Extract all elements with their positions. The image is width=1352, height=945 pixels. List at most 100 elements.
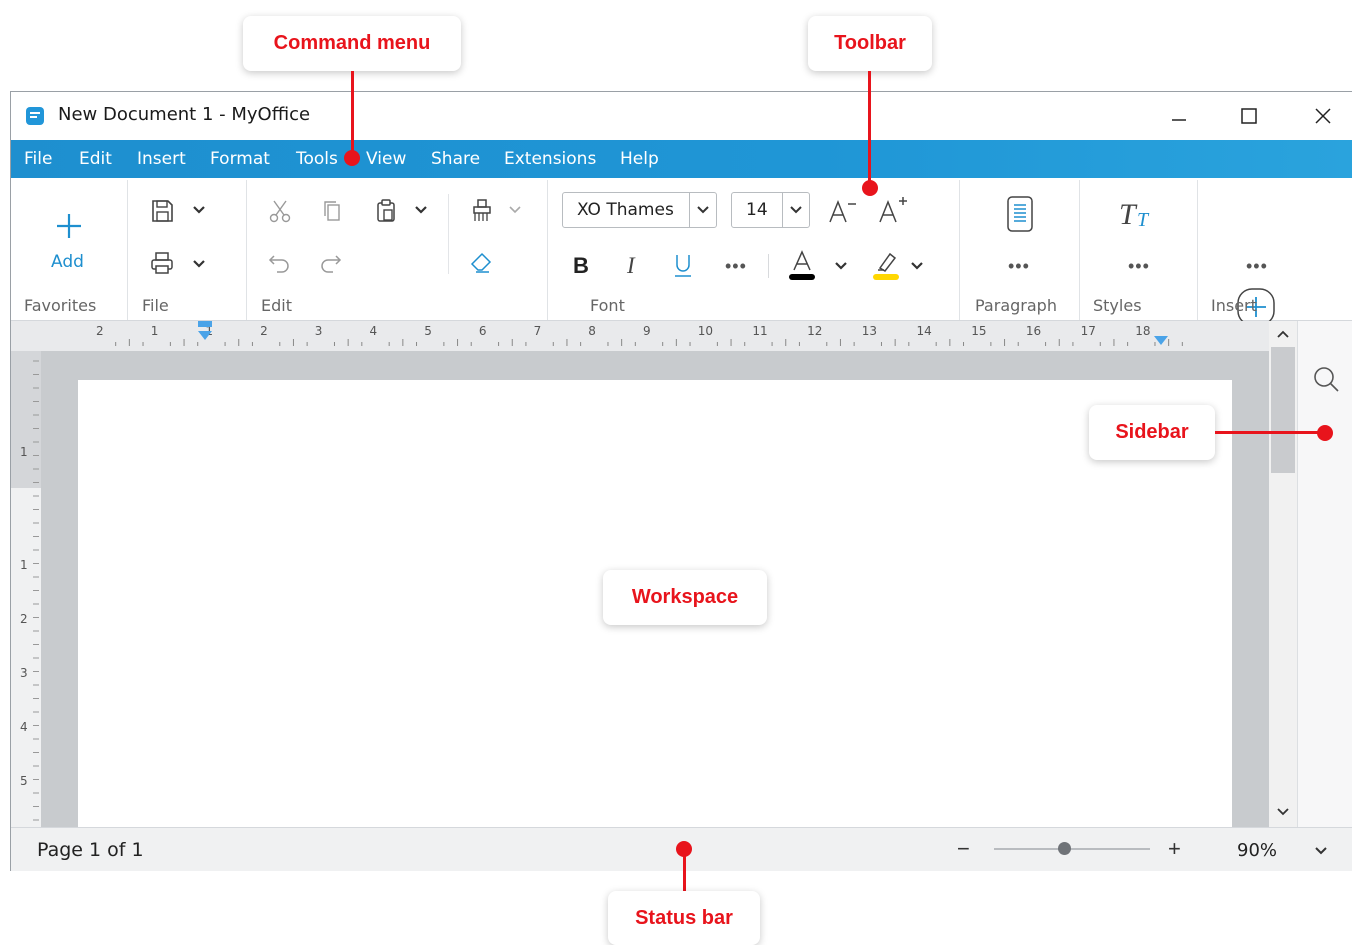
callout-dot [1317,425,1333,441]
increase-font-size-button[interactable] [875,192,911,228]
menu-share[interactable]: Share [431,149,480,169]
zoom-slider[interactable] [994,842,1150,855]
paragraph-button[interactable] [1002,194,1038,234]
callout-line [868,71,871,187]
ruler-label: 6 [479,324,487,338]
callout-command-menu-text: Command menu [273,32,431,54]
save-dropdown-button[interactable] [189,200,209,220]
zoom-in-button[interactable]: + [1168,836,1181,862]
undo-button[interactable] [265,248,295,278]
vertical-scrollbar[interactable] [1269,321,1297,827]
styles-button[interactable]: TT [1117,194,1159,234]
callout-line [683,856,686,892]
clear-formatting-button[interactable] [467,248,497,278]
menu-format[interactable]: Format [210,149,270,169]
paste-button[interactable] [371,196,401,226]
svg-text:I: I [626,253,636,277]
horizontal-ruler: 21123456789101112131415161718 [11,321,1269,351]
plus-icon [57,214,81,238]
minimize-icon [1172,119,1186,121]
underline-button[interactable] [669,250,697,280]
font-color-button[interactable] [785,248,819,282]
ruler-label: 14 [917,324,932,338]
redo-icon [321,255,342,273]
font-increase-icon [879,197,907,223]
menu-view[interactable]: View [366,149,406,169]
minimize-button[interactable] [1159,100,1199,132]
menu-tools[interactable]: Tools [296,149,338,169]
zoom-value[interactable]: 90% [1237,840,1277,861]
close-button[interactable] [1303,100,1343,132]
font-size-dropdown[interactable] [782,193,809,227]
ruler-label: 2 [96,324,104,338]
print-dropdown-button[interactable] [189,254,209,274]
zoom-slider-thumb[interactable] [1058,842,1072,855]
cut-button[interactable] [265,196,295,226]
scroll-up-icon[interactable] [1276,329,1290,339]
italic-button[interactable]: I [619,250,647,280]
font-size-select[interactable]: 14 [731,192,810,228]
format-painter-dropdown-button[interactable] [505,200,525,220]
chevron-down-icon[interactable] [1314,846,1328,856]
font-color-dropdown-button[interactable] [831,256,851,276]
font-name-select[interactable]: XO Thames [562,192,717,228]
bold-button[interactable]: B [567,250,595,280]
chevron-down-icon [415,206,427,214]
group-label-font: Font [590,296,625,315]
indent-marker-icon[interactable] [195,321,215,351]
ruler-label: 10 [698,324,713,338]
ruler-label: 11 [752,324,767,338]
eraser-icon [470,252,492,273]
command-menu: File Edit Insert Format Tools View Share… [11,140,1352,178]
format-painter-button[interactable] [467,196,497,226]
paste-dropdown-button[interactable] [411,200,431,220]
callout-toolbar-text: Toolbar [834,32,906,54]
right-indent-marker-icon[interactable] [1151,331,1171,351]
redo-button[interactable] [315,248,345,278]
decrease-font-size-button[interactable] [825,194,859,228]
paste-icon [377,199,395,222]
save-button[interactable] [147,196,177,226]
styles-more-button[interactable]: ••• [1128,256,1150,277]
font-more-button[interactable]: ••• [725,256,747,277]
ruler-label: 4 [370,324,378,338]
insert-more-button[interactable]: ••• [1246,256,1268,277]
font-name-dropdown[interactable] [689,193,716,227]
ribbon-separator [1079,180,1080,320]
menu-help[interactable]: Help [620,149,659,169]
ribbon-separator [246,180,247,320]
add-label[interactable]: Add [51,252,84,272]
menu-insert[interactable]: Insert [137,149,186,169]
maximize-button[interactable] [1229,100,1269,132]
ruler-label: 16 [1026,324,1041,338]
ruler-label: 9 [643,324,651,338]
ribbon-separator [768,254,769,278]
menu-file[interactable]: File [24,149,52,169]
copy-icon [324,201,340,221]
print-button[interactable] [147,248,177,278]
group-label-favorites: Favorites [24,296,97,315]
highlight-button[interactable] [869,248,903,282]
highlight-dropdown-button[interactable] [907,256,927,276]
group-label-file: File [142,296,169,315]
ribbon-separator [127,180,128,320]
ruler-label: 13 [862,324,877,338]
scrollbar-thumb[interactable] [1271,347,1295,473]
add-favorite-button[interactable] [51,208,87,244]
ruler-label: 1 [20,558,28,572]
menu-edit[interactable]: Edit [79,149,112,169]
font-decrease-icon [829,199,856,223]
scroll-down-icon[interactable] [1276,807,1290,817]
paragraph-more-button[interactable]: ••• [1008,256,1030,277]
ruler-label: 12 [807,324,822,338]
ruler-label: 2 [260,324,268,338]
menu-extensions[interactable]: Extensions [504,149,596,169]
search-icon[interactable] [1312,365,1340,393]
zoom-out-button[interactable]: − [957,836,970,862]
ruler-label: 4 [20,720,28,734]
copy-button[interactable] [317,196,347,226]
callout-status-bar: Status bar [608,891,760,945]
maximize-icon [1241,108,1257,124]
callout-line [351,71,354,156]
ruler-label: 5 [20,774,28,788]
